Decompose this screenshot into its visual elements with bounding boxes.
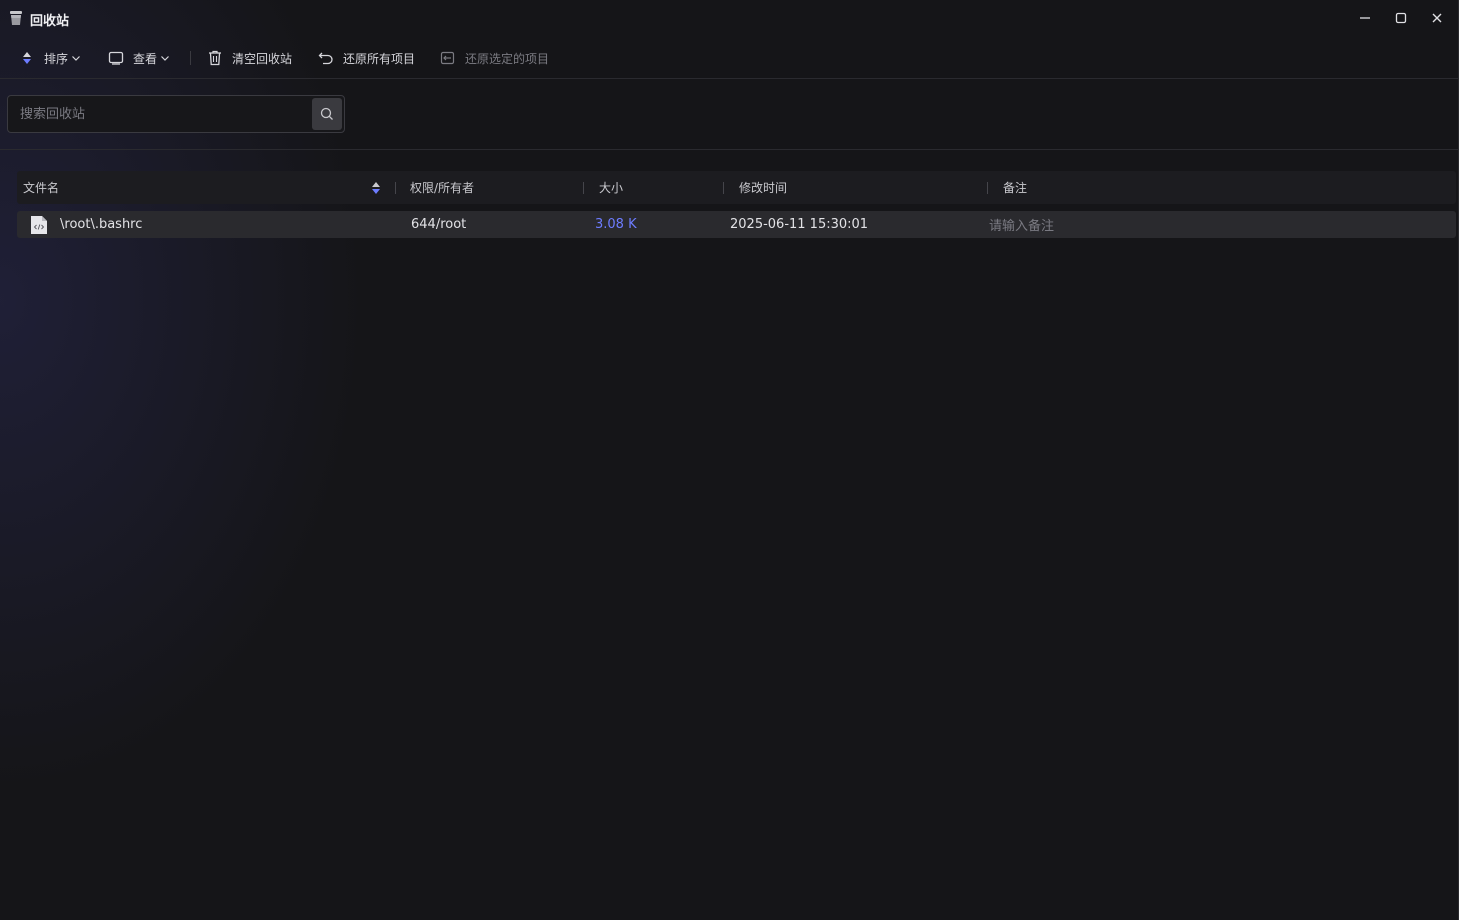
restore-all-label: 还原所有项目 [343, 51, 416, 66]
maximize-icon [1395, 12, 1407, 24]
empty-recycle-bin-label: 清空回收站 [232, 51, 293, 66]
search-icon [320, 107, 333, 120]
column-divider[interactable] [395, 182, 396, 194]
restore-selected-icon [440, 50, 456, 66]
restore-selected-button[interactable]: 还原选定的项目 [440, 40, 549, 76]
search-divider [0, 149, 1458, 150]
empty-recycle-bin-button[interactable]: 清空回收站 [207, 40, 292, 76]
minimize-button[interactable] [1351, 6, 1379, 30]
column-divider[interactable] [583, 182, 584, 194]
sort-button[interactable]: 排序 [19, 40, 81, 76]
trash-bin-icon [10, 11, 22, 25]
column-header-note[interactable]: 备注 [1003, 171, 1027, 204]
trash-icon [207, 50, 223, 66]
toolbar-separator [190, 51, 191, 65]
maximize-button[interactable] [1387, 6, 1415, 30]
code-file-icon [31, 216, 47, 234]
column-header-permission[interactable]: 权限/所有者 [410, 171, 474, 204]
column-header-modified-time[interactable]: 修改时间 [739, 171, 787, 204]
toolbar-divider [0, 78, 1458, 79]
restore-all-button[interactable]: 还原所有项目 [318, 40, 415, 76]
view-icon [108, 50, 124, 66]
column-header-name[interactable]: 文件名 [23, 171, 59, 204]
undo-icon [318, 50, 334, 66]
close-icon [1432, 13, 1442, 23]
chevron-down-icon [161, 56, 169, 61]
table-header: 文件名 权限/所有者 大小 修改时间 备注 [17, 171, 1456, 204]
size-cell: 3.08 K [595, 217, 637, 232]
toolbar: 排序 查看 清空回收站 还原所有项目 还原选定的项目 [0, 40, 1459, 76]
restore-selected-label: 还原选定的项目 [465, 51, 550, 66]
column-divider[interactable] [723, 182, 724, 194]
column-divider[interactable] [987, 182, 988, 194]
chevron-down-icon [72, 56, 80, 61]
title-bar: 回收站 [0, 0, 1459, 36]
search-box [7, 95, 345, 133]
note-input[interactable]: 请输入备注 [989, 211, 1054, 238]
view-button[interactable]: 查看 [108, 40, 170, 76]
sort-indicator-icon[interactable] [371, 181, 381, 195]
search-button[interactable] [312, 98, 342, 130]
table-row[interactable]: \root\.bashrc 644/root 3.08 K 2025-06-11… [17, 211, 1456, 238]
modified-time-cell: 2025-06-11 15:30:01 [730, 217, 869, 232]
column-header-size[interactable]: 大小 [599, 171, 623, 204]
view-label: 查看 [133, 51, 158, 66]
permission-cell: 644/root [411, 217, 467, 232]
minimize-icon [1360, 17, 1370, 19]
recycle-bin-window: 回收站 排序 查看 清空回收站 还原所有项目 还原选定的项目 搜索回收站 文件名… [0, 0, 1459, 920]
window-title: 回收站 [30, 14, 70, 29]
file-name-cell: \root\.bashrc [60, 217, 143, 232]
sort-label: 排序 [44, 51, 69, 66]
close-button[interactable] [1423, 6, 1451, 30]
search-input[interactable] [8, 96, 308, 132]
sort-icon [19, 50, 35, 66]
